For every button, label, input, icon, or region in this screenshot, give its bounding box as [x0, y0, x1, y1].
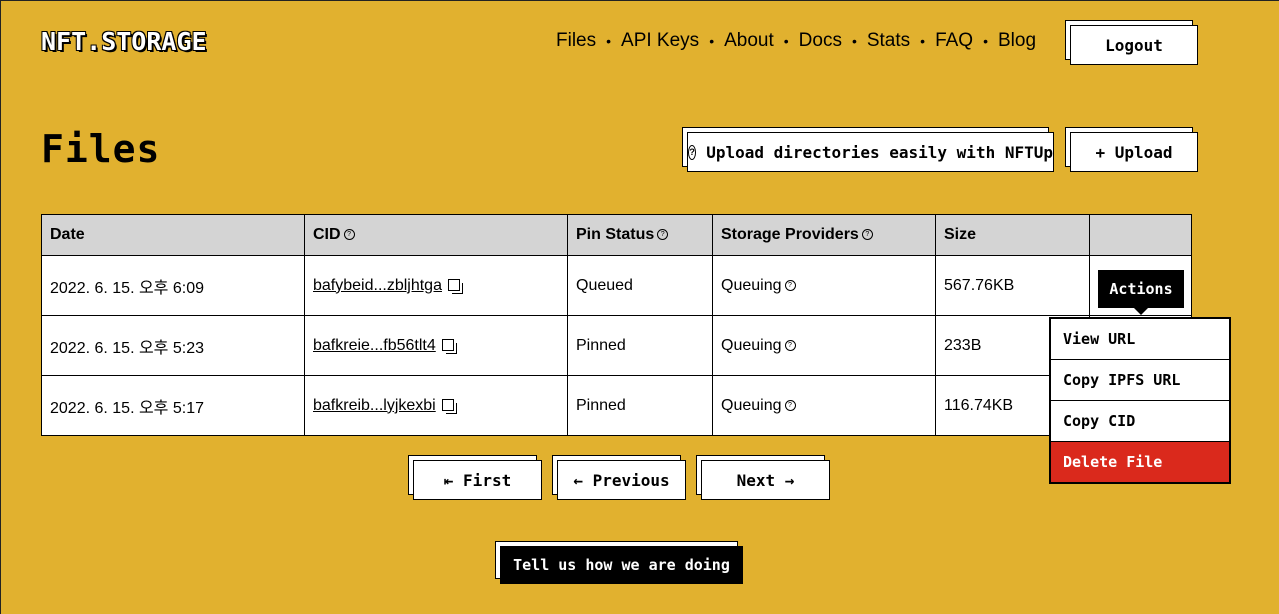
column-storage-providers: Storage Providers? — [712, 214, 936, 256]
files-table: Date CID? Pin Status? Storage Providers?… — [41, 214, 1192, 436]
table-row: 2022. 6. 15. 오후 5:17 bafkreib...lyjkexbi… — [41, 375, 1192, 436]
cell-date: 2022. 6. 15. 오후 5:17 — [41, 375, 305, 436]
column-size: Size — [935, 214, 1090, 256]
column-pin-status: Pin Status? — [567, 214, 713, 256]
actions-button[interactable]: Actions — [1098, 270, 1184, 308]
feedback-button[interactable]: Tell us how we are doing — [500, 546, 743, 584]
info-icon[interactable]: ? — [784, 399, 796, 411]
nav-faq[interactable]: FAQ — [935, 30, 973, 52]
nav-separator: • — [983, 33, 988, 49]
info-icon[interactable]: ? — [657, 229, 669, 241]
column-pin-status-label: Pin Status — [576, 226, 655, 243]
providers-value: Queuing — [721, 396, 782, 414]
providers-value: Queuing — [721, 336, 782, 354]
table-row: 2022. 6. 15. 오후 5:23 bafkreie...fb56tlt4… — [41, 315, 1192, 376]
nav-files[interactable]: Files — [556, 30, 596, 52]
nav-api-keys[interactable]: API Keys — [621, 30, 699, 52]
cell-date: 2022. 6. 15. 오후 6:09 — [41, 255, 305, 316]
nav-separator: • — [783, 33, 789, 49]
actions-menu: View URL Copy IPFS URL Copy CID Delete F… — [1049, 317, 1231, 484]
cid-link[interactable]: bafybeid...zbljhtga — [313, 277, 442, 294]
first-button-wrap: ⇤ First — [408, 455, 542, 500]
column-date: Date — [41, 214, 305, 256]
cell-pin-status: Pinned — [567, 375, 713, 436]
table-row: 2022. 6. 15. 오후 6:09 bafybeid...zbljhtga… — [41, 255, 1192, 316]
cell-pin-status: Pinned — [567, 315, 713, 376]
nav-about[interactable]: About — [724, 30, 774, 52]
first-page-button[interactable]: ⇤ First — [413, 460, 542, 500]
info-icon[interactable]: ? — [784, 279, 796, 291]
main-nav: Files • API Keys • About • Docs • Stats … — [556, 30, 1036, 52]
copy-icon[interactable] — [447, 279, 463, 295]
column-date-label: Date — [50, 226, 85, 243]
nav-blog[interactable]: Blog — [998, 30, 1036, 52]
column-actions — [1089, 214, 1192, 256]
logout-button[interactable]: Logout — [1070, 25, 1198, 65]
menu-item-copy-cid[interactable]: Copy CID — [1051, 401, 1229, 442]
dropdown-caret-icon — [1134, 308, 1148, 315]
column-cid-label: CID — [313, 226, 341, 243]
menu-item-view-url[interactable]: View URL — [1051, 319, 1229, 360]
nftup-button[interactable]: ? Upload directories easily with NFTUp — [687, 132, 1054, 172]
nav-stats[interactable]: Stats — [867, 30, 910, 52]
cell-pin-status: Queued — [567, 255, 713, 316]
nav-separator: • — [606, 33, 612, 49]
info-icon[interactable]: ? — [784, 339, 796, 351]
cell-providers: Queuing? — [712, 375, 936, 436]
cid-link[interactable]: bafkreie...fb56tlt4 — [313, 337, 436, 354]
nftup-button-label: Upload directories easily with NFTUp — [706, 142, 1053, 162]
cell-cid: bafkreie...fb56tlt4 — [304, 315, 568, 376]
page-title: Files — [41, 127, 161, 171]
upload-button[interactable]: + Upload — [1070, 132, 1198, 172]
copy-icon[interactable] — [441, 399, 457, 415]
nav-separator: • — [920, 33, 926, 49]
nftup-button-wrap: ? Upload directories easily with NFTUp — [682, 127, 1054, 172]
previous-button-wrap: ← Previous — [552, 455, 686, 500]
column-storage-providers-label: Storage Providers — [721, 226, 859, 243]
cell-date: 2022. 6. 15. 오후 5:23 — [41, 315, 305, 376]
menu-item-copy-ipfs-url[interactable]: Copy IPFS URL — [1051, 360, 1229, 401]
column-size-label: Size — [944, 226, 977, 243]
cell-size: 567.76KB — [935, 255, 1090, 316]
cell-cid: bafybeid...zbljhtga — [304, 255, 568, 316]
nav-separator: • — [851, 33, 857, 49]
table-header-row: Date CID? Pin Status? Storage Providers?… — [41, 214, 1192, 256]
question-icon: ? — [688, 144, 697, 160]
upload-button-wrap: + Upload — [1065, 127, 1198, 172]
info-icon[interactable]: ? — [343, 229, 355, 241]
next-button-wrap: Next → — [696, 455, 830, 500]
info-icon[interactable]: ? — [861, 229, 873, 241]
feedback-button-wrap: Tell us how we are doing — [495, 541, 743, 584]
cell-providers: Queuing? — [712, 255, 936, 316]
cell-cid: bafkreib...lyjkexbi — [304, 375, 568, 436]
nav-separator: • — [709, 33, 715, 49]
copy-icon[interactable] — [441, 339, 457, 355]
logout-button-wrap: Logout — [1065, 20, 1198, 65]
providers-value: Queuing — [721, 276, 782, 294]
cell-providers: Queuing? — [712, 315, 936, 376]
cid-link[interactable]: bafkreib...lyjkexbi — [313, 397, 436, 414]
menu-item-delete-file[interactable]: Delete File — [1051, 442, 1229, 482]
nav-docs[interactable]: Docs — [799, 30, 842, 52]
next-page-button[interactable]: Next → — [701, 460, 830, 500]
previous-page-button[interactable]: ← Previous — [557, 460, 686, 500]
column-cid: CID? — [304, 214, 568, 256]
nft-storage-logo[interactable]: NFT.STORAGE — [41, 27, 207, 56]
